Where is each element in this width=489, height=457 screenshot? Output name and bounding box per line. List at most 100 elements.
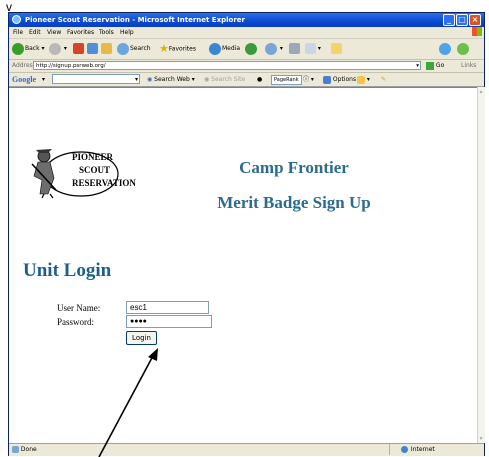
menu-tools[interactable]: Tools (99, 27, 114, 38)
address-dropdown-icon[interactable]: ▾ (416, 62, 419, 71)
menu-edit[interactable]: Edit (29, 27, 41, 38)
scroll-up-icon[interactable]: ▴ (478, 88, 484, 95)
page-subtitle: Merit Badge Sign Up (217, 193, 371, 212)
google-search-input[interactable] (52, 74, 140, 84)
options-label: Options (332, 76, 357, 83)
media-button[interactable]: Media (209, 42, 240, 56)
search-site-icon: ◉ (204, 76, 210, 83)
login-button[interactable]: Login (126, 331, 157, 345)
messenger-button[interactable] (439, 42, 452, 56)
password-label: Password: (57, 317, 95, 327)
menu-view[interactable]: View (47, 27, 61, 38)
options-button[interactable]: Options (323, 73, 356, 86)
research-button[interactable] (457, 42, 470, 56)
menu-bar: File Edit View Favorites Tools Help (9, 27, 484, 39)
username-input[interactable]: esc1 (126, 301, 209, 314)
globe-icon (401, 446, 408, 453)
logo-word-reservation: RESERVATION (72, 178, 136, 188)
address-bar: Address http://signup.psrweb.org/ ▾ Go L… (9, 60, 484, 73)
popup-blocker-icon[interactable]: ▾ (357, 73, 370, 86)
google-logo[interactable]: Google (12, 73, 36, 86)
pagerank-info-icon[interactable]: ⓘ ▾ (303, 73, 314, 86)
research-icon (457, 42, 469, 55)
home-button[interactable] (101, 42, 112, 56)
forward-button[interactable]: ▾ (49, 42, 67, 56)
status-bar: Done Internet (9, 443, 484, 456)
print-icon (289, 43, 300, 54)
address-input[interactable]: http://signup.psrweb.org/ ▾ (33, 61, 421, 70)
edit-icon (305, 43, 316, 54)
go-arrow-icon (426, 61, 434, 70)
folder-button[interactable] (331, 42, 342, 56)
pagerank-meter: PageRank (271, 75, 302, 85)
mail-button[interactable]: ▾ (265, 42, 283, 56)
favorites-button[interactable]: ★Favorites (159, 42, 196, 56)
history-icon (245, 42, 257, 55)
popup-icon (357, 75, 365, 84)
password-input[interactable]: ●●●● (126, 315, 212, 328)
page-icon (12, 446, 19, 453)
minimize-button[interactable]: _ (443, 14, 455, 26)
back-button[interactable]: Back ▾ (12, 42, 45, 56)
windows-logo-icon (472, 27, 482, 36)
google-toolbar: Google ▾ ◉ Search Web ▾ ◉ Search Site ● … (9, 73, 484, 87)
search-icon (117, 42, 129, 55)
search-web-button[interactable]: ◉ Search Web ▾ (147, 73, 195, 86)
status-zone: Internet (401, 444, 435, 456)
search-label: Search (130, 45, 151, 52)
page-title: Camp Frontier (239, 158, 349, 177)
window-title: Pioneer Scout Reservation - Microsoft In… (25, 16, 245, 24)
status-divider (389, 444, 390, 455)
page-content: PIONEER SCOUT RESERVATION Camp Frontier … (9, 87, 477, 444)
search-site-label: Search Site (211, 76, 246, 83)
refresh-icon (87, 43, 98, 54)
maximize-button[interactable]: □ (456, 14, 468, 26)
scroll-down-icon[interactable]: ▾ (478, 435, 484, 442)
standard-toolbar: Back ▾ ▾ Search ★Favorites Media ▾ ▾ (9, 39, 484, 60)
zone-text: Internet (410, 446, 435, 453)
refresh-button[interactable] (87, 42, 98, 56)
mail-icon (265, 42, 277, 55)
title-bar[interactable]: Pioneer Scout Reservation - Microsoft In… (9, 13, 484, 27)
binoculars-icon: ◉ (147, 76, 153, 83)
logo-wordmark: PIONEER SCOUT RESERVATION (72, 151, 136, 190)
logo-word-pioneer: PIONEER (72, 152, 114, 162)
info-icon[interactable]: ● (257, 73, 262, 86)
star-icon: ★ (159, 42, 169, 55)
search-web-label: Search Web (154, 76, 190, 83)
print-button[interactable] (289, 42, 300, 56)
media-icon (209, 42, 221, 55)
close-button[interactable]: × (469, 14, 481, 26)
favorites-label: Favorites (168, 45, 196, 53)
address-url: http://signup.psrweb.org/ (36, 63, 106, 69)
folder-icon (331, 43, 342, 54)
menu-favorites[interactable]: Favorites (67, 27, 94, 38)
section-heading: Unit Login (23, 260, 112, 281)
links-button[interactable]: Links (461, 60, 476, 72)
forward-arrow-icon (49, 42, 61, 55)
username-label: User Name: (57, 303, 101, 313)
browser-window: Pioneer Scout Reservation - Microsoft In… (8, 12, 485, 456)
search-button[interactable]: Search (117, 42, 151, 56)
edit-button[interactable]: ▾ (305, 42, 321, 56)
home-icon (101, 43, 112, 54)
messenger-icon (439, 42, 451, 55)
history-button[interactable] (245, 42, 258, 56)
back-arrow-icon (12, 42, 24, 55)
status-text: Done (20, 446, 37, 453)
highlighter-icon[interactable]: ✎ (381, 73, 386, 86)
stop-icon (73, 43, 84, 54)
search-site-button[interactable]: ◉ Search Site (204, 73, 245, 86)
logo-word-scout: SCOUT (79, 165, 111, 175)
google-menu-icon[interactable]: ▾ (42, 73, 45, 86)
media-label: Media (222, 45, 241, 52)
vertical-scrollbar[interactable]: ▴ ▾ (477, 87, 485, 443)
status-done: Done (12, 444, 37, 456)
menu-help[interactable]: Help (120, 27, 134, 38)
menu-file[interactable]: File (13, 27, 23, 38)
back-label: Back (25, 45, 40, 52)
options-icon (323, 75, 331, 84)
stop-button[interactable] (73, 42, 84, 56)
ie-logo-icon (12, 15, 21, 24)
go-button[interactable]: Go (426, 60, 444, 72)
